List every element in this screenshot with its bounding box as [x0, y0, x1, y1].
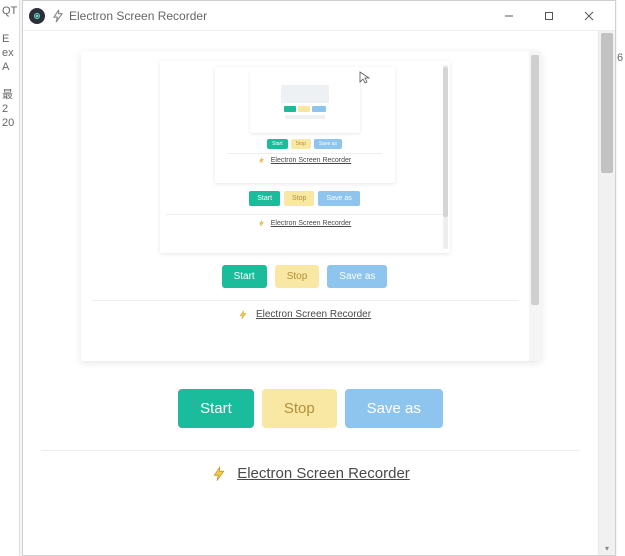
window-controls: [489, 2, 609, 30]
background-page-right: 6: [617, 0, 625, 556]
save-as-button[interactable]: Save as: [318, 191, 359, 206]
recording-preview: Start Stop Save as Electron Screen Recor…: [81, 51, 541, 361]
divider: [166, 214, 444, 215]
start-button[interactable]: Start: [267, 139, 288, 149]
save-as-button[interactable]: Save as: [345, 389, 443, 428]
preview-scrollbar[interactable]: [529, 51, 541, 361]
scrollbar: [443, 65, 448, 249]
maximize-button[interactable]: [529, 2, 569, 30]
electron-app-icon: [29, 8, 45, 24]
start-button[interactable]: Start: [178, 389, 254, 428]
scroll-down-icon[interactable]: ▾: [599, 541, 615, 555]
footer-link-text: Electron Screen Recorder: [256, 309, 371, 320]
save-as-button[interactable]: Save as: [314, 139, 342, 149]
window-title: Electron Screen Recorder: [69, 9, 489, 23]
footer-link[interactable]: Electron Screen Recorder: [211, 465, 410, 482]
footer-link-text: Electron Screen Recorder: [237, 465, 410, 482]
main-scrollbar[interactable]: ▴ ▾: [598, 31, 615, 555]
stop-button[interactable]: Stop: [275, 265, 320, 288]
close-button[interactable]: [569, 2, 609, 30]
divider: [227, 153, 382, 154]
lightning-icon: [211, 466, 227, 482]
preview-nested-1: Start Stop Save as Electron Screen Recor…: [160, 61, 450, 253]
footer-link-text: Electron Screen Recorder: [271, 157, 352, 164]
start-button[interactable]: Start: [249, 191, 280, 206]
stop-button[interactable]: Stop: [291, 139, 311, 149]
minimize-button[interactable]: [489, 2, 529, 30]
divider: [41, 450, 580, 451]
app-content: Start Stop Save as Electron Screen Recor…: [23, 31, 598, 555]
scrollbar-thumb[interactable]: [601, 33, 613, 173]
lightning-icon: [258, 157, 265, 164]
stop-button[interactable]: Stop: [262, 389, 337, 428]
stop-button[interactable]: Stop: [284, 191, 314, 206]
footer-link[interactable]: Electron Screen Recorder: [238, 309, 371, 320]
footer-link-text: Electron Screen Recorder: [271, 220, 352, 227]
lightning-icon: [258, 220, 265, 227]
titlebar: Electron Screen Recorder: [23, 1, 615, 31]
footer-link[interactable]: Electron Screen Recorder: [258, 220, 352, 227]
start-button[interactable]: Start: [222, 265, 267, 288]
preview-nested-3: [250, 71, 360, 133]
background-page-left: QT EexA 最220: [0, 0, 20, 556]
lightning-icon: [51, 9, 65, 23]
footer-link[interactable]: Electron Screen Recorder: [258, 157, 352, 164]
app-window: Electron Screen Recorder: [22, 0, 616, 556]
preview-thumbnail: [281, 85, 329, 103]
lightning-icon: [238, 310, 248, 320]
save-as-button[interactable]: Save as: [327, 265, 387, 288]
divider: [91, 300, 519, 301]
cursor-icon: [359, 71, 371, 85]
preview-nested-2: Start Stop Save as Electron Screen Recor…: [215, 67, 395, 183]
